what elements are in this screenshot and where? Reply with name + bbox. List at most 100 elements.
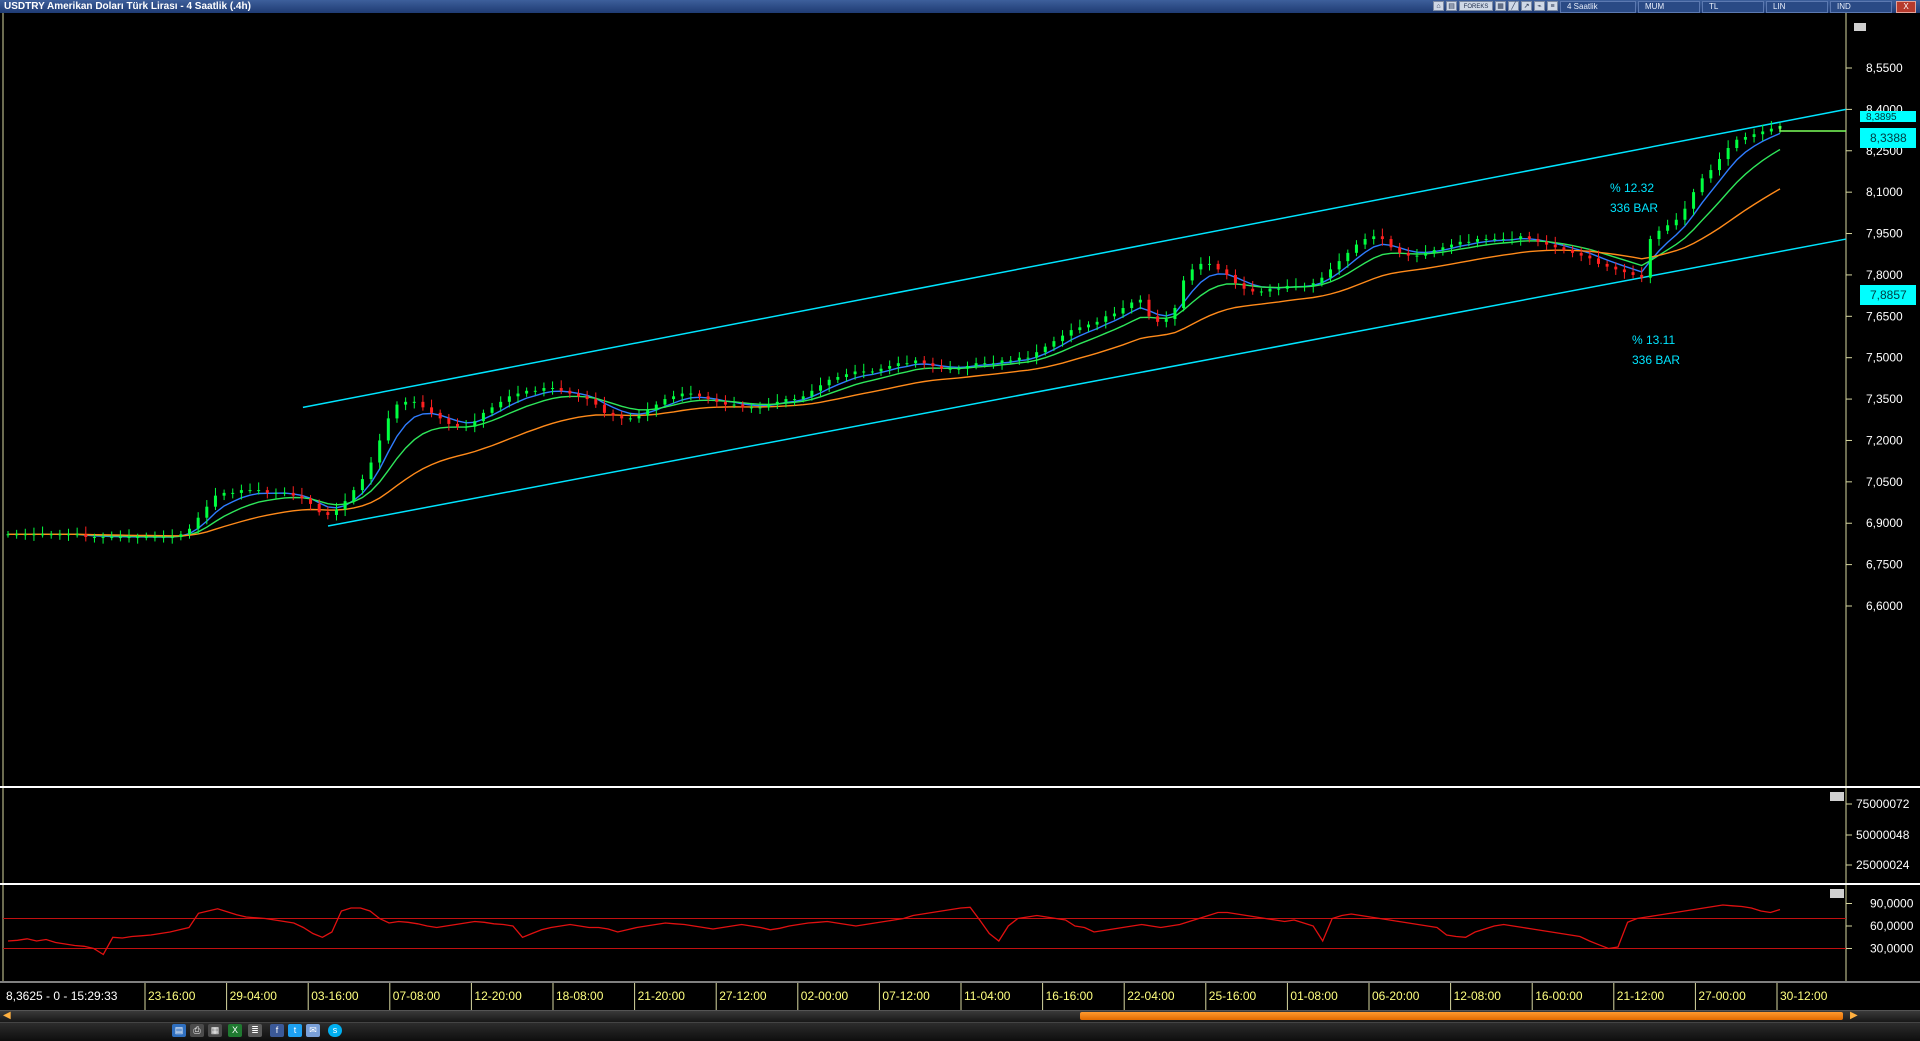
candle-body (231, 492, 235, 494)
close-button[interactable]: X (1896, 1, 1916, 13)
forex-icon[interactable]: FOREKS (1459, 1, 1493, 11)
candle-body (628, 418, 632, 420)
candle-body (819, 385, 823, 391)
candle-type-button[interactable]: MUM (1638, 1, 1700, 13)
time-tick-label: 27-12:00 (719, 989, 767, 1003)
hidden-price-label: 8,3895 (1866, 112, 1897, 123)
candle-body (395, 404, 399, 419)
candle-body (265, 490, 269, 493)
candle-body (1251, 288, 1255, 292)
candle-body (481, 412, 485, 422)
scale-button[interactable]: LIN (1766, 1, 1828, 13)
sheet-icon[interactable]: ▤ (172, 1024, 186, 1037)
candle-body (585, 396, 589, 400)
candle-body (749, 407, 753, 409)
candle-body (1259, 291, 1263, 293)
draw2-icon[interactable]: ↗ (1521, 1, 1532, 11)
price-tick-label: 7,6500 (1866, 309, 1903, 323)
candle-body (879, 368, 883, 372)
draw3-icon[interactable]: ⌁ (1534, 1, 1545, 11)
candle-body (689, 393, 693, 395)
price-tick-label: 6,6000 (1866, 599, 1903, 613)
scroll-right-icon[interactable]: ▶ (1850, 1010, 1858, 1021)
candle-body (1035, 352, 1039, 358)
candle-body (672, 396, 676, 400)
candle-body (1424, 252, 1428, 256)
scroll-thumb[interactable] (1080, 1012, 1843, 1020)
candle-body (1717, 159, 1721, 171)
candle-body (205, 506, 209, 518)
candle-body (274, 492, 278, 494)
candle-body (1277, 288, 1281, 290)
candle-body (888, 365, 892, 369)
candle-body (1337, 261, 1341, 270)
candle-body (300, 495, 304, 499)
grid-icon[interactable]: ▦ (1495, 1, 1506, 11)
candle-body (844, 374, 848, 378)
time-tick-label: 03-16:00 (311, 989, 359, 1003)
candle-body (1510, 239, 1514, 241)
candle-body (965, 365, 969, 369)
candle-body (1389, 239, 1393, 248)
candle-body (931, 363, 935, 366)
mail-icon[interactable]: ✉ (306, 1024, 320, 1037)
scroll-left-icon[interactable]: ◀ (3, 1010, 11, 1021)
save-icon[interactable]: ▦ (208, 1024, 222, 1037)
price-chart[interactable]: 8,55008,40008,25008,10007,95007,80007,65… (0, 13, 1920, 1010)
candle-body (1527, 236, 1531, 240)
candle-body (654, 404, 658, 411)
list-icon[interactable]: ≣ (248, 1024, 262, 1037)
candle-body (1726, 148, 1730, 160)
channel-lower-pct-label: % 13.11 (1632, 333, 1675, 347)
candle-body (136, 537, 140, 539)
candle-body (1769, 128, 1773, 132)
candle-body (473, 421, 477, 427)
home-icon[interactable]: ⌂ (1433, 1, 1444, 11)
candle-body (110, 537, 114, 539)
draw-icon[interactable]: ╱ (1508, 1, 1519, 11)
candle-body (533, 390, 537, 392)
candle-body (32, 534, 36, 536)
print-icon[interactable]: ⎙ (190, 1024, 204, 1037)
excel-icon[interactable]: X (228, 1024, 242, 1037)
candle-body (352, 490, 356, 502)
timeframe-button[interactable]: 4 Saatlik (1560, 1, 1636, 13)
time-tick-label: 11-04:00 (964, 989, 1011, 1003)
time-tick-label: 07-12:00 (882, 989, 930, 1003)
candle-body (576, 393, 580, 397)
level-price-label: 7,8857 (1870, 288, 1907, 302)
indicator-button[interactable]: IND (1830, 1, 1892, 13)
candle-body (1432, 250, 1436, 253)
candle-body (1579, 252, 1583, 256)
candle-body (767, 404, 771, 408)
candle-body (568, 390, 572, 394)
candle-body (1346, 252, 1350, 262)
cursor-readout: 8,3625 - 0 - 15:29:33 (6, 989, 118, 1003)
candle-body (309, 498, 313, 504)
facebook-icon[interactable]: f (270, 1024, 284, 1037)
candle-body (162, 537, 166, 539)
candle-body (1545, 241, 1549, 245)
twitter-icon[interactable]: t (288, 1024, 302, 1037)
candle-body (75, 534, 79, 536)
candle-body (1147, 299, 1151, 317)
candle-body (1605, 263, 1609, 267)
candle-body (1692, 192, 1696, 209)
price-tick-label: 8,1000 (1866, 185, 1903, 199)
chart-icon[interactable]: ▤ (1446, 1, 1457, 11)
toolbar: ⌂ ▤ FOREKS ▦ ╱ ↗ ⌁ ≡ 4 Saatlik MUM TL LI… (1433, 1, 1892, 13)
time-tick-label: 18-08:00 (556, 989, 604, 1003)
candle-body (1216, 263, 1220, 270)
candle-body (706, 396, 710, 400)
time-tick-label: 21-12:00 (1617, 989, 1665, 1003)
candle-body (213, 495, 217, 507)
candle-body (188, 528, 192, 535)
candle-body (23, 534, 27, 536)
candle-body (1052, 341, 1056, 347)
candle-body (196, 517, 200, 529)
time-tick-label: 02-00:00 (801, 989, 849, 1003)
candle-body (222, 492, 226, 496)
skype-icon[interactable]: s (328, 1024, 342, 1037)
currency-button[interactable]: TL (1702, 1, 1764, 13)
list-icon[interactable]: ≡ (1547, 1, 1558, 11)
